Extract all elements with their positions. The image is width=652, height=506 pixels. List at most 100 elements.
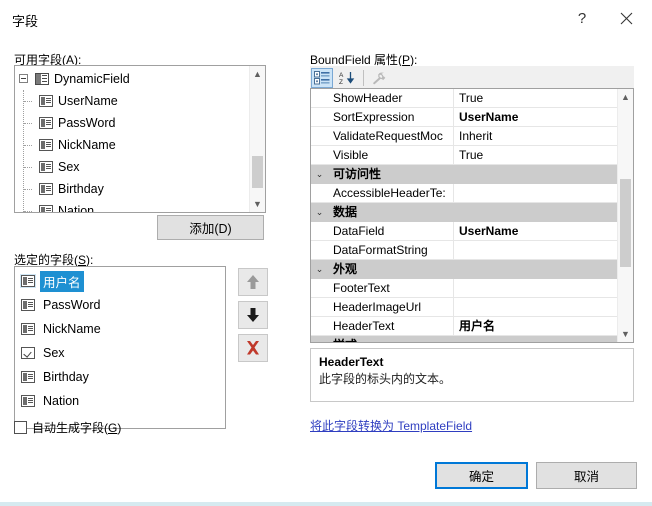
list-item[interactable]: NickName xyxy=(15,317,225,341)
close-button[interactable] xyxy=(604,0,648,36)
property-value[interactable]: UserName xyxy=(454,222,617,240)
row-gutter xyxy=(311,279,328,297)
scrollbar-thumb[interactable] xyxy=(620,179,631,267)
category-collapse-toggle[interactable]: ⌄ xyxy=(311,203,328,221)
tree-item[interactable]: Nation xyxy=(15,200,248,213)
checkbox-field-icon xyxy=(21,347,35,359)
tree-connector xyxy=(24,145,32,146)
autogenerate-fields-label: 自动生成字段(G) xyxy=(32,421,122,435)
scroll-down-arrow-icon[interactable]: ▼ xyxy=(250,196,265,212)
autogenerate-fields-checkbox[interactable]: 自动生成字段(G) xyxy=(14,419,121,436)
property-row[interactable]: DataField UserName xyxy=(311,222,617,241)
property-value[interactable]: UserName xyxy=(454,108,617,126)
list-item[interactable]: 用户名 xyxy=(15,269,225,293)
tree-item-label: Nation xyxy=(58,204,95,213)
row-gutter xyxy=(311,146,328,164)
list-item[interactable]: Sex xyxy=(15,341,225,365)
ok-button[interactable]: 确定 xyxy=(435,462,528,489)
property-name: ValidateRequestMoc xyxy=(328,127,454,145)
category-name: 数据 xyxy=(328,203,454,221)
bound-field-icon xyxy=(39,205,53,212)
tree-item-label: Sex xyxy=(58,160,80,174)
category-collapse-toggle[interactable]: ⌄ xyxy=(311,165,328,183)
property-row[interactable]: ShowHeader True xyxy=(311,89,617,108)
bound-field-icon xyxy=(39,161,53,173)
tree-item[interactable]: Birthday xyxy=(15,178,248,200)
property-row[interactable]: ValidateRequestMoc Inherit xyxy=(311,127,617,146)
scrollbar-thumb[interactable] xyxy=(252,156,263,188)
category-collapse-toggle[interactable]: ⌄ xyxy=(311,336,328,342)
list-item[interactable]: Birthday xyxy=(15,365,225,389)
property-name: DataField xyxy=(328,222,454,240)
property-row[interactable]: HeaderText 用户名 xyxy=(311,317,617,336)
bound-field-icon xyxy=(21,323,35,335)
selected-fields-list[interactable]: 用户名 PassWord NickName Sex Birthday Nation xyxy=(14,266,226,429)
list-item-label: 用户名 xyxy=(40,270,84,292)
property-value[interactable]: True xyxy=(454,146,617,164)
list-item-label: Birthday xyxy=(43,370,89,384)
property-name: DataFormatString xyxy=(328,241,454,259)
arrow-down-icon xyxy=(247,308,259,322)
property-row[interactable]: FooterText xyxy=(311,279,617,298)
row-gutter xyxy=(311,222,328,240)
property-row[interactable]: AccessibleHeaderTe: xyxy=(311,184,617,203)
cancel-button[interactable]: 取消 xyxy=(536,462,637,489)
arrow-up-icon xyxy=(247,275,259,289)
tree-item[interactable]: UserName xyxy=(15,90,248,112)
property-category-row[interactable]: ⌄ 可访问性 xyxy=(311,165,617,184)
delete-field-button[interactable] xyxy=(238,334,268,362)
property-grid[interactable]: ShowHeader True SortExpression UserName Vali… xyxy=(310,88,634,343)
scroll-up-arrow-icon[interactable]: ▲ xyxy=(250,66,265,82)
row-gutter xyxy=(311,89,328,107)
title-bar: 字段 ? xyxy=(0,0,652,41)
tree-item[interactable]: Sex xyxy=(15,156,248,178)
bound-field-icon xyxy=(21,395,35,407)
help-button[interactable]: ? xyxy=(560,0,604,36)
tree-item[interactable]: NickName xyxy=(15,134,248,156)
categorized-view-icon[interactable] xyxy=(311,68,333,88)
scroll-down-arrow-icon[interactable]: ▼ xyxy=(618,326,633,342)
scroll-up-arrow-icon[interactable]: ▲ xyxy=(618,89,633,105)
tree-connector xyxy=(24,189,32,190)
property-name: HeaderImageUrl xyxy=(328,298,454,316)
tree-item[interactable]: PassWord xyxy=(15,112,248,134)
property-category-row[interactable]: ⌄ 数据 xyxy=(311,203,617,222)
row-gutter xyxy=(311,127,328,145)
category-name: 可访问性 xyxy=(328,165,454,183)
property-name: ShowHeader xyxy=(328,89,454,107)
property-row[interactable]: SortExpression UserName xyxy=(311,108,617,127)
available-fields-scrollbar[interactable]: ▲ ▼ xyxy=(249,66,265,212)
property-category-row[interactable]: ⌄样式 xyxy=(311,336,617,342)
property-grid-scrollbar[interactable]: ▲ ▼ xyxy=(617,89,633,342)
list-item[interactable]: Nation xyxy=(15,389,225,413)
svg-text:Z: Z xyxy=(339,79,343,85)
property-row[interactable]: HeaderImageUrl xyxy=(311,298,617,317)
move-up-button[interactable] xyxy=(238,268,268,296)
cancel-button-label: 取消 xyxy=(573,470,599,484)
tree-connector xyxy=(24,211,32,212)
tree-collapse-toggle[interactable] xyxy=(19,74,28,83)
question-mark-icon: ? xyxy=(577,9,587,27)
property-pages-icon[interactable] xyxy=(368,68,390,88)
alphabetical-sort-icon[interactable]: A Z xyxy=(336,68,358,88)
tree-connector xyxy=(24,167,32,168)
move-down-button[interactable] xyxy=(238,301,268,329)
property-category-row[interactable]: ⌄ 外观 xyxy=(311,260,617,279)
property-value[interactable]: True xyxy=(454,89,617,107)
convert-to-templatefield-link[interactable]: 将此字段转换为 TemplateField xyxy=(310,417,472,434)
category-collapse-toggle[interactable]: ⌄ xyxy=(311,260,328,278)
property-value[interactable]: 用户名 xyxy=(454,317,617,335)
property-name: SortExpression xyxy=(328,108,454,126)
list-item[interactable]: PassWord xyxy=(15,293,225,317)
property-row[interactable]: Visible True xyxy=(311,146,617,165)
property-value[interactable]: Inherit xyxy=(454,127,617,145)
description-title: HeaderText xyxy=(319,355,384,369)
property-row[interactable]: DataFormatString xyxy=(311,241,617,260)
add-button[interactable]: 添加(D) xyxy=(157,215,264,240)
delete-x-icon xyxy=(247,341,259,355)
available-fields-tree[interactable]: DynamicField UserName PassWord NickName Sex B… xyxy=(14,65,266,213)
property-description-pane: HeaderText 此字段的标头内的文本。 xyxy=(310,348,634,402)
property-name: HeaderText xyxy=(328,317,454,335)
category-name: 样式 xyxy=(328,336,454,342)
tree-item[interactable]: DynamicField xyxy=(15,68,248,90)
